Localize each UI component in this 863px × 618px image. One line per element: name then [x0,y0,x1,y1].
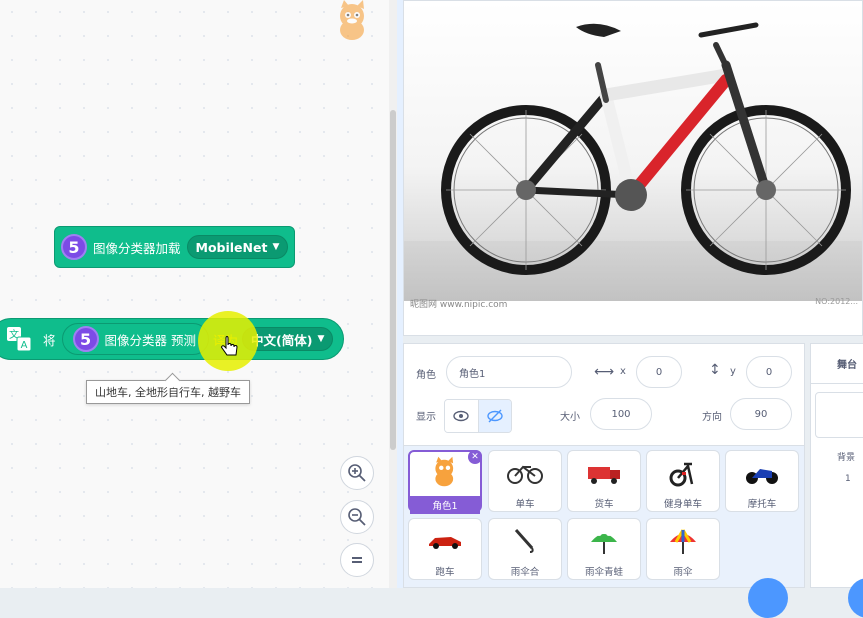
model-dropdown[interactable]: MobileNet ▼ [186,235,289,259]
eye-slash-icon [487,409,503,423]
stage-watermark: 昵图网 www.nipic.com [410,300,508,310]
sprite-tile-name: 单车 [515,499,535,510]
direction-field[interactable]: 90 [730,398,792,430]
sprite-info-panel: 角色 角色1 ⟷ x 0 ↕ y 0 显示 大小 100 方向 90 [403,343,805,445]
sprite-tile-name: 货车 [594,499,614,510]
sprite-tile[interactable]: 货车 [567,450,641,512]
sprite-tile[interactable]: 雨伞青蛙 [567,518,641,580]
stage-header: 舞台 [811,344,863,384]
scrollbar-thumb[interactable] [390,110,396,450]
sprite-tile[interactable]: 雨伞合 [488,518,562,580]
zoom-out-icon [348,508,366,526]
chevron-down-icon: ▼ [317,334,325,344]
sprite-tile[interactable]: 摩托车 [725,450,799,512]
sprite-tile-name: 雨伞 [673,567,693,578]
zoom-in-icon [348,464,366,482]
show-button[interactable] [445,400,479,432]
svg-text:A: A [21,340,28,351]
stage-selector[interactable]: 舞台 背景 1 [810,343,863,588]
eye-icon [453,410,469,422]
predict-label: 图像分类器 预测 [104,332,196,348]
sports-car-icon [423,523,467,559]
sprite-tile[interactable]: 角色1 ✕ [408,450,482,514]
backdrops-label: 背景 [837,453,856,463]
scratch-cat-icon [423,456,467,490]
bicycle-icon [503,455,547,491]
workspace-scrollbar[interactable] [389,0,397,588]
sprite-tile-name: 跑车 [435,567,455,578]
exercise-bike-icon [661,455,705,491]
language-dropdown-value: 中文(简体) [251,332,313,348]
sprite-name-value: 角色1 [459,368,486,380]
scratch-cat-icon [340,0,364,40]
sprite-tile-name: 角色1 [410,496,480,514]
zoom-in-button[interactable] [340,456,374,490]
direction-value: 90 [754,408,768,420]
y-value: 0 [765,366,773,378]
stage-canvas[interactable]: 昵图网 www.nipic.com NO:2012... [403,0,863,336]
delete-sprite-button[interactable]: ✕ [468,450,482,464]
stage-watermark-id: NO:2012... [815,297,858,306]
sprite-tile[interactable]: 跑车 [408,518,482,580]
x-value: 0 [655,366,663,378]
x-label: x [620,366,626,377]
sprite-list: 角色1 ✕ 单车 货车 健身单车 摩托车 跑车 雨伞合 雨伞青蛙 雨伞 [403,445,805,588]
add-sprite-button[interactable] [748,578,788,618]
sprite-tile-name: 雨伞青蛙 [584,567,623,578]
x-field[interactable]: 0 [636,356,682,388]
visibility-toggle [444,399,512,433]
size-value: 100 [611,408,631,420]
zoom-reset-icon [352,557,362,563]
size-field[interactable]: 100 [590,398,652,430]
chevron-down-icon: ▼ [272,242,280,252]
hand-cursor-icon [221,336,238,356]
extension-badge: 5 [72,326,99,352]
backdrops-count: 1 [845,474,851,484]
zoom-out-button[interactable] [340,500,374,534]
truck-icon [582,455,626,491]
classifier-predict-reporter[interactable]: 5 图像分类器 预测 [61,323,209,355]
bicycle-image [441,22,851,275]
x-arrows-icon: ⟷ [594,364,615,380]
translate-block[interactable]: 文 A 将 5 图像分类器 预测 译为 中文(简体) ▼ [0,318,344,360]
frog-umbrella-icon [582,523,626,559]
y-label: y [730,366,736,377]
closed-umbrella-icon [503,523,547,559]
sprite-tile[interactable]: 单车 [488,450,562,512]
translate-icon: 文 A [5,325,33,353]
sprite-tile-name: 摩托车 [747,499,777,510]
result-tooltip: 山地车, 全地形自行车, 越野车 [86,380,250,404]
size-label: 大小 [560,412,580,423]
show-label: 显示 [416,412,436,423]
sprite-tile-name: 雨伞合 [510,567,540,578]
direction-label: 方向 [702,412,722,423]
umbrella-icon [661,523,705,559]
zoom-reset-button[interactable] [340,543,374,577]
stage-thumbnail[interactable] [815,392,863,438]
sprite-tile[interactable]: 雨伞 [646,518,720,580]
code-workspace[interactable]: 5 图像分类器加载 MobileNet ▼ 文 A 将 5 图像分类器 预测 译… [0,0,390,588]
hide-button[interactable] [478,400,511,432]
sprite-tile[interactable]: 健身单车 [646,450,720,512]
extension-badge: 5 [61,234,87,260]
translate-prefix: 将 [43,332,56,348]
y-field[interactable]: 0 [746,356,792,388]
load-block-label: 图像分类器加载 [93,240,181,256]
motorcycle-icon [740,455,784,491]
sprite-label: 角色 [416,370,436,381]
sprite-name-field[interactable]: 角色1 [446,356,572,388]
classifier-load-block[interactable]: 5 图像分类器加载 MobileNet ▼ [54,226,295,268]
model-dropdown-value: MobileNet [195,239,268,255]
y-arrows-icon: ↕ [709,362,721,378]
sprite-tile-name: 健身单车 [663,499,702,510]
